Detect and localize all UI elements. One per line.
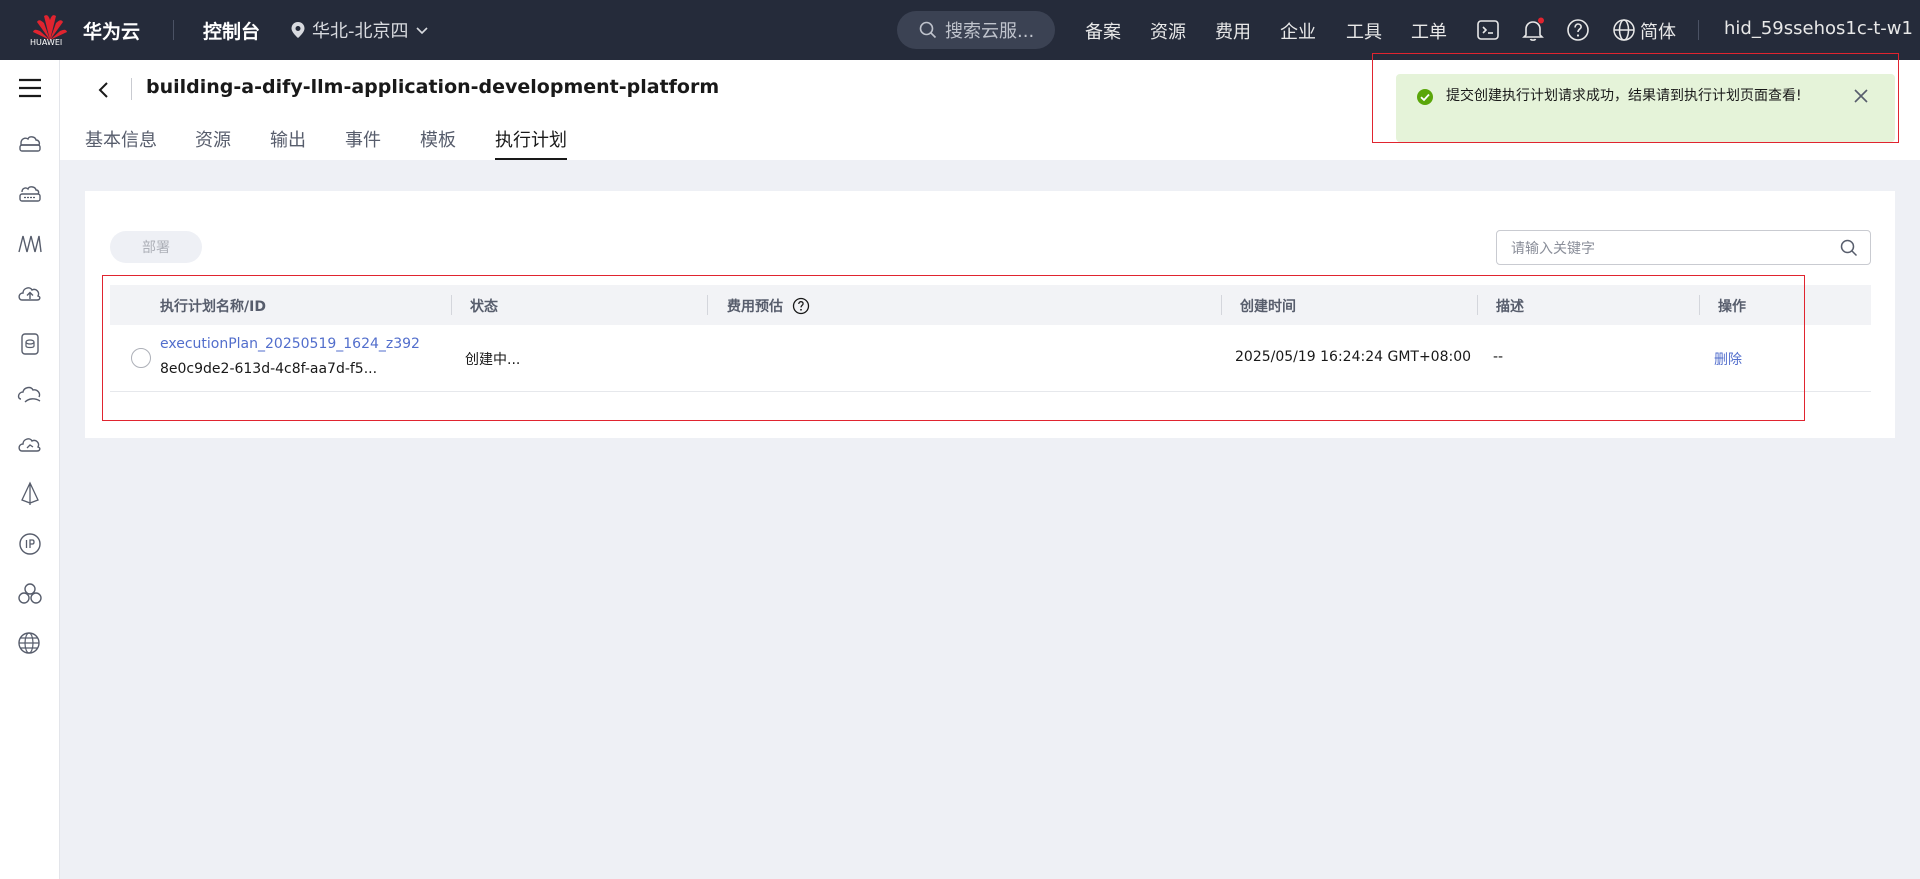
divider [131, 78, 132, 100]
keyword-search-input[interactable]: 请输入关键字 [1496, 230, 1871, 265]
back-arrow-icon[interactable] [92, 78, 116, 102]
region-selector[interactable]: 华北-北京四 [290, 17, 429, 43]
row-select-radio[interactable] [131, 348, 151, 368]
nav-resources[interactable]: 资源 [1150, 18, 1186, 44]
tab-outputs[interactable]: 输出 [270, 126, 306, 160]
column-cost-estimate[interactable]: 费用预估 [727, 296, 810, 316]
menu-icon[interactable] [16, 74, 44, 102]
tab-events[interactable]: 事件 [345, 126, 381, 160]
cloud-server-icon[interactable] [16, 130, 44, 158]
plan-created-time: 2025/05/19 16:24:24 GMT+08:00 [1235, 349, 1472, 365]
global-search[interactable]: 搜索云服... [897, 11, 1055, 49]
nav-filing[interactable]: 备案 [1085, 18, 1121, 44]
region-label: 华北-北京四 [312, 21, 409, 42]
column-created-time[interactable]: 创建时间 [1240, 296, 1296, 316]
column-description[interactable]: 描述 [1496, 296, 1524, 316]
execution-plan-card: 部署 请输入关键字 执行计划名称/ID 状态 费用预估 创建时间 描述 操作 e… [85, 191, 1895, 438]
console-link[interactable]: 控制台 [203, 17, 260, 44]
tab-templates[interactable]: 模板 [420, 126, 456, 160]
table-row: executionPlan_20250519_1624_z392 8e0c9de… [110, 325, 1871, 392]
delete-link[interactable]: 删除 [1714, 349, 1742, 369]
brand-name[interactable]: 华为云 [83, 17, 140, 44]
cloud-monitor-icon[interactable] [16, 430, 44, 458]
network-icon[interactable] [16, 230, 44, 258]
web-icon[interactable] [16, 630, 44, 658]
ai-icon[interactable] [16, 480, 44, 508]
nav-tools[interactable]: 工具 [1346, 18, 1382, 44]
column-divider [1699, 295, 1700, 315]
column-divider [451, 295, 452, 315]
notification-bell-icon[interactable] [1520, 17, 1546, 43]
divider [173, 20, 174, 40]
close-icon[interactable] [1853, 88, 1869, 104]
column-name-id[interactable]: 执行计划名称/ID [160, 296, 266, 316]
search-icon[interactable] [1840, 239, 1858, 257]
column-cost-label: 费用预估 [727, 299, 783, 315]
top-navigation-bar: HUAWEI 华为云 控制台 华北-北京四 搜索云服... 备案 资源 费用 企… [0, 0, 1920, 60]
deploy-button[interactable]: 部署 [110, 231, 202, 263]
plan-id: 8e0c9de2-613d-4c8f-aa7d-f5... [160, 361, 378, 377]
column-status[interactable]: 状态 [470, 296, 498, 316]
database-icon[interactable] [16, 330, 44, 358]
location-pin-icon [291, 22, 305, 38]
service-sidebar [0, 60, 60, 879]
toast-message: 提交创建执行计划请求成功，结果请到执行计划页面查看! [1446, 88, 1802, 104]
plan-name-link[interactable]: executionPlan_20250519_1624_z392 [160, 336, 420, 352]
chevron-down-icon [415, 27, 428, 35]
column-divider [1477, 295, 1478, 315]
plan-status: 创建中... [465, 352, 521, 368]
column-divider [707, 295, 708, 315]
language-switch[interactable]: 简体 [1640, 18, 1676, 44]
table-header: 执行计划名称/ID 状态 费用预估 创建时间 描述 操作 [110, 285, 1871, 325]
success-check-icon [1417, 89, 1433, 105]
terminal-icon[interactable] [1475, 17, 1501, 43]
divider [1698, 20, 1699, 40]
cluster-icon[interactable] [16, 580, 44, 608]
help-icon[interactable] [1565, 17, 1591, 43]
globe-icon[interactable] [1611, 17, 1637, 43]
nav-enterprise[interactable]: 企业 [1280, 18, 1316, 44]
column-actions[interactable]: 操作 [1718, 296, 1746, 316]
tab-execution-plans[interactable]: 执行计划 [495, 126, 567, 160]
cloud-upload-icon[interactable] [16, 280, 44, 308]
ip-icon[interactable] [16, 530, 44, 558]
storage-icon[interactable] [16, 180, 44, 208]
global-search-placeholder: 搜索云服... [945, 21, 1035, 42]
logo-text: HUAWEI [30, 38, 63, 47]
keyword-search-placeholder: 请输入关键字 [1511, 240, 1595, 257]
search-icon [919, 21, 937, 39]
nav-tickets[interactable]: 工单 [1411, 18, 1447, 44]
plan-description: -- [1493, 349, 1504, 365]
page-title: building-a-dify-llm-application-developm… [146, 76, 720, 98]
cloud-sync-icon[interactable] [16, 380, 44, 408]
column-divider [1221, 295, 1222, 315]
tab-basic-info[interactable]: 基本信息 [85, 126, 157, 160]
success-toast: 提交创建执行计划请求成功，结果请到执行计划页面查看! [1396, 74, 1895, 142]
nav-billing[interactable]: 费用 [1215, 18, 1251, 44]
tab-resources[interactable]: 资源 [195, 126, 231, 160]
user-account[interactable]: hid_59ssehos1c-t-w1 [1724, 18, 1913, 39]
help-icon[interactable] [792, 297, 810, 315]
